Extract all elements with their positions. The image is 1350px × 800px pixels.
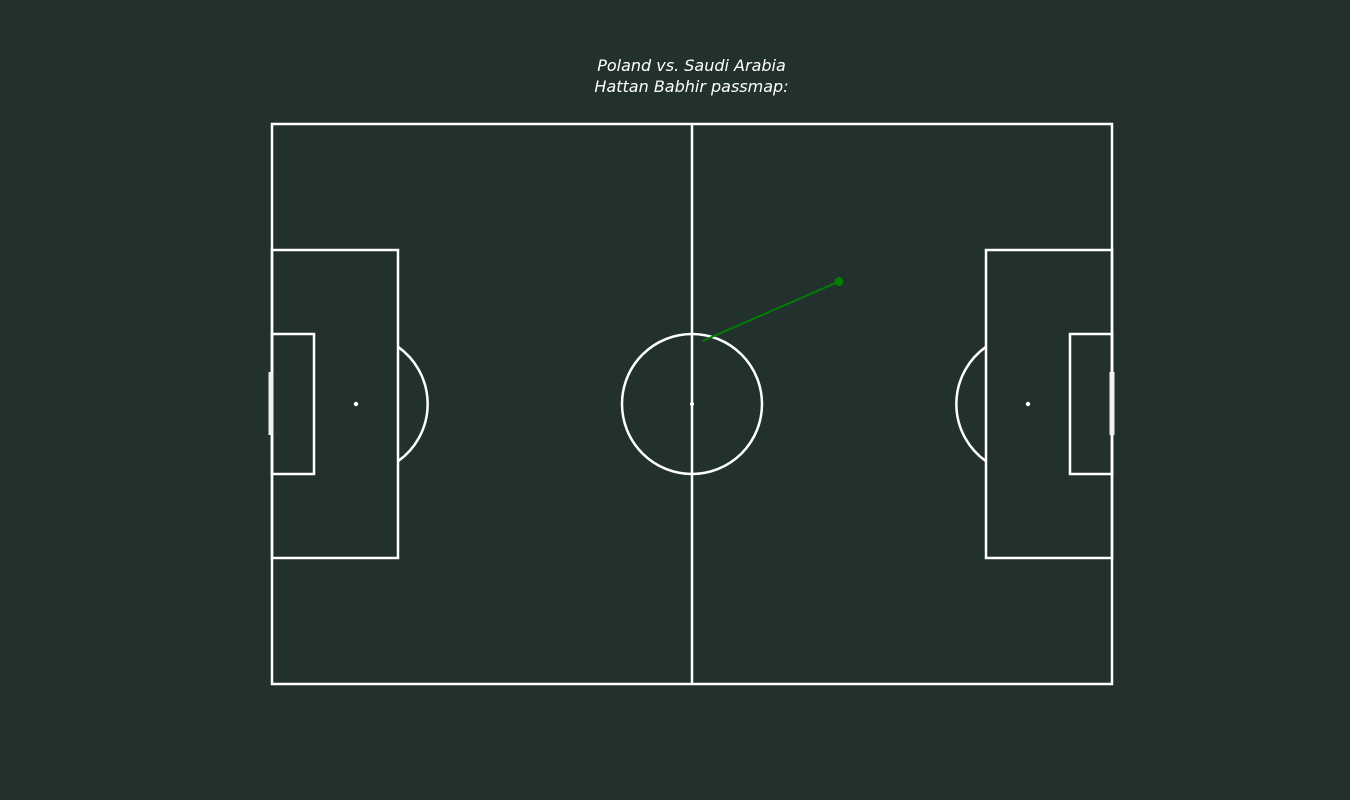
passes-layer xyxy=(702,277,844,342)
left-penalty-spot xyxy=(353,401,359,407)
pass-line xyxy=(702,280,840,342)
right-penalty-spot xyxy=(1025,401,1031,407)
left-penalty-arc xyxy=(397,345,429,463)
left-six-yard-box xyxy=(270,332,316,476)
pass-end-point xyxy=(834,277,844,286)
pass-map-figure: Poland vs. Saudi Arabia Hattan Babhir pa… xyxy=(0,0,1350,800)
centre-spot xyxy=(690,402,694,406)
right-penalty-arc xyxy=(955,345,987,463)
right-penalty-box xyxy=(984,248,1114,560)
right-six-yard-box xyxy=(1068,332,1114,476)
left-penalty-box xyxy=(270,248,400,560)
football-pitch xyxy=(268,122,1115,686)
